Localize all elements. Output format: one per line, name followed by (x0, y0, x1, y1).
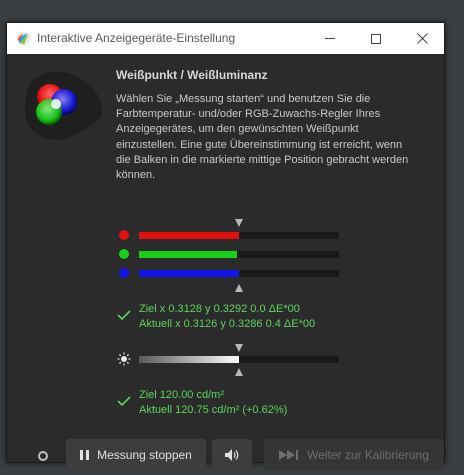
luminance-target-marker-top (235, 344, 243, 352)
rgb-actual-text: Aktuell x 0.3126 y 0.3286 0.4 ΔE*00 (139, 318, 316, 330)
pause-icon (80, 449, 90, 460)
rgb-target-marker-top (235, 219, 243, 227)
green-channel-bar (139, 251, 339, 258)
checkmark-icon (117, 310, 131, 320)
luminance-fill (139, 356, 239, 363)
red-channel-bar (139, 232, 339, 239)
section-heading: Weißpunkt / Weißluminanz (116, 68, 268, 82)
continue-to-calibration-label: Weiter zur Kalibrierung (307, 447, 429, 462)
minimize-button[interactable] (307, 23, 353, 54)
blue-channel-icon (119, 268, 129, 278)
brightness-icon (117, 352, 131, 366)
checkmark-icon (117, 396, 131, 406)
luminance-target-text: Ziel 120.00 cd/m² (139, 389, 224, 401)
green-channel-fill (139, 251, 237, 258)
status-indicator-icon (38, 451, 48, 461)
title-bar[interactable]: Interaktive Anzeigegeräte-Einstellung (7, 23, 444, 54)
luminance-target-marker-bottom (235, 368, 243, 376)
minimize-icon (325, 38, 335, 39)
sound-button[interactable] (212, 439, 252, 470)
luminance-actual-text: Aktuell 120.75 cd/m² (+0.62%) (139, 404, 288, 416)
speaker-icon (225, 448, 239, 461)
maximize-icon (371, 33, 381, 44)
skip-forward-icon (279, 449, 299, 460)
red-channel-fill (139, 232, 239, 239)
close-button[interactable] (399, 23, 445, 54)
rgb-target-text: Ziel x 0.3128 y 0.3292 0.0 ΔE*00 (139, 303, 300, 315)
instructions-text: Wählen Sie „Messung starten“ und benutze… (116, 93, 409, 182)
maximize-button[interactable] (353, 23, 399, 54)
blue-channel-fill (139, 270, 239, 277)
rgb-logo-icon (24, 71, 103, 140)
close-icon (416, 33, 428, 44)
stop-measurement-label: Messung stoppen (97, 447, 192, 462)
app-window: Interaktive Anzeigegeräte-Einstellung We… (6, 22, 445, 470)
green-channel-icon (119, 249, 129, 259)
displaycal-icon (16, 31, 31, 46)
window-title: Interaktive Anzeigegeräte-Einstellung (37, 31, 236, 45)
stop-measurement-button[interactable]: Messung stoppen (66, 439, 206, 470)
rgb-target-marker-bottom (235, 284, 243, 292)
content-area: Weißpunkt / Weißluminanz Wählen Sie „Mes… (7, 54, 444, 470)
red-channel-icon (119, 230, 129, 240)
continue-to-calibration-button[interactable]: Weiter zur Kalibrierung (264, 439, 444, 470)
blue-channel-bar (139, 270, 339, 277)
luminance-bar (139, 356, 339, 363)
